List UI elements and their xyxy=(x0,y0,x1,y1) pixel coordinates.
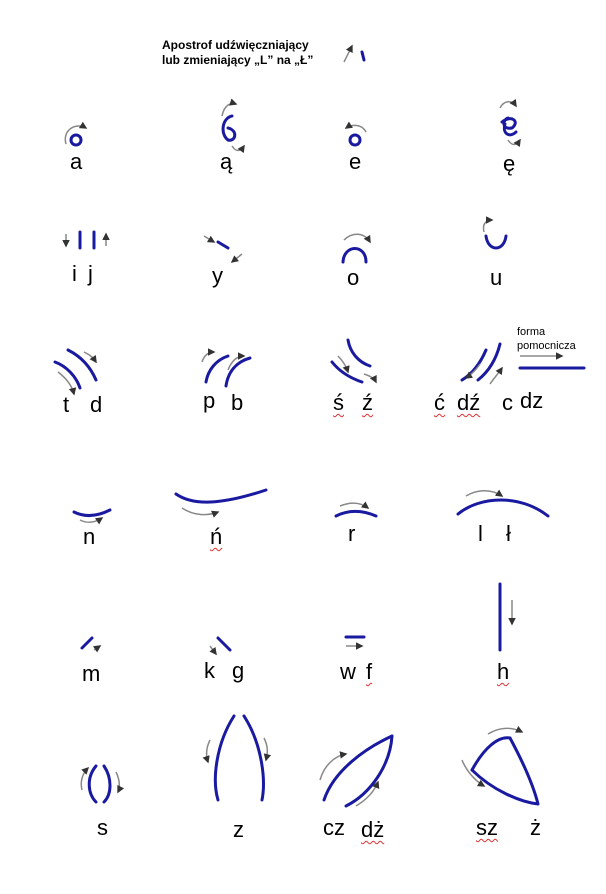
label-dz: dz xyxy=(520,388,544,413)
arrow-p xyxy=(201,348,216,363)
arrow-m xyxy=(92,645,102,653)
label-cz: cz xyxy=(323,815,345,840)
stroke-z-dot xyxy=(470,736,540,806)
stroke-u xyxy=(484,234,508,250)
arrow-z xyxy=(202,739,211,764)
arrow-n-acute xyxy=(181,507,220,518)
arrow-r xyxy=(339,501,370,509)
label-u: u xyxy=(490,265,503,290)
label-k: k xyxy=(204,658,215,683)
label-l: l xyxy=(478,521,483,546)
label-j: j xyxy=(88,261,93,286)
stroke-sz xyxy=(470,736,512,772)
arrow-z-dot xyxy=(487,725,524,735)
arrow-o xyxy=(343,233,371,244)
arrow-s-2 xyxy=(115,771,125,794)
label-dz-acute: dź xyxy=(457,390,481,415)
stroke-y xyxy=(216,240,230,250)
label-l-stroke: ł xyxy=(506,521,511,546)
label-a-ogonek: ą xyxy=(220,149,233,174)
auxiliary-form-note: forma pomocnicza xyxy=(517,325,576,353)
arrow-e-ogonek-2 xyxy=(507,138,521,148)
label-y: y xyxy=(212,263,223,288)
arrow-cz xyxy=(319,751,348,781)
apostrophe-caption-line1: Apostrof udźwięczniający xyxy=(162,38,309,52)
stroke-z xyxy=(213,714,236,802)
label-c-acute: ć xyxy=(434,390,445,415)
arrow-a-ogonek xyxy=(221,98,238,117)
stroke-s xyxy=(87,764,98,804)
label-e-ogonek: ę xyxy=(503,151,516,176)
stroke-b xyxy=(224,356,252,388)
stroke-a-ogonek xyxy=(221,114,237,142)
label-i: i xyxy=(72,261,77,286)
stroke-l xyxy=(456,498,550,518)
label-sz: sz xyxy=(476,815,498,840)
label-s-acute: ś xyxy=(333,390,344,415)
label-s: s xyxy=(97,815,108,840)
label-dz-dot: dż xyxy=(361,817,385,842)
label-m: m xyxy=(82,661,101,686)
label-h: h xyxy=(497,659,510,684)
arrow-z-2 xyxy=(263,737,272,762)
arrow-l xyxy=(465,489,504,497)
label-e: e xyxy=(349,149,362,174)
apostrophe-caption: Apostrof udźwięczniający lub zmieniający… xyxy=(162,38,313,68)
stroke-s-acute xyxy=(330,360,364,384)
stroke-t xyxy=(53,360,82,390)
stroke-m xyxy=(80,636,94,650)
arrow-a-ogonek-2 xyxy=(231,144,245,154)
arrow-apostrophe xyxy=(343,44,353,63)
label-a: a xyxy=(70,149,83,174)
arrow-s xyxy=(80,766,90,791)
stroke-e-ogonek xyxy=(500,116,518,137)
label-p: p xyxy=(203,388,216,413)
label-w: w xyxy=(340,659,356,684)
label-c: c xyxy=(502,390,513,415)
label-o: o xyxy=(347,265,360,290)
arrow-e-ogonek xyxy=(499,98,517,109)
label-d: d xyxy=(90,392,103,417)
arrow-z-acute xyxy=(363,373,377,384)
apostrophe-caption-line2: lub zmieniający „L” na „Ł” xyxy=(162,53,314,67)
arrow-e xyxy=(344,121,367,133)
label-n: n xyxy=(83,524,96,549)
arrow-y xyxy=(203,235,216,243)
stroke-n xyxy=(72,508,112,518)
label-r: r xyxy=(348,521,356,546)
arrow-u xyxy=(482,216,494,233)
stroke-p xyxy=(204,354,230,384)
stroke-z-b xyxy=(242,714,265,802)
stroke-r xyxy=(334,510,378,518)
label-z-dot: ż xyxy=(530,815,541,840)
shorthand-alphabet-sheet: Apostrof udźwięczniający lub zmieniający… xyxy=(0,0,606,894)
arrow-k xyxy=(209,645,217,656)
arrow-d xyxy=(83,351,97,364)
label-z-acute: ź xyxy=(362,390,373,415)
stroke-n-acute xyxy=(174,488,268,504)
label-n-acute: ń xyxy=(210,524,223,549)
label-f: f xyxy=(366,659,373,684)
arrow-dz-acute xyxy=(489,366,503,385)
label-z: z xyxy=(233,817,244,842)
arrow-dz-dot xyxy=(355,780,380,807)
stroke-k xyxy=(216,636,232,652)
apostrophe-stroke xyxy=(360,50,366,62)
arrow-n xyxy=(79,517,104,525)
stroke-o xyxy=(341,247,368,264)
label-b: b xyxy=(231,390,244,415)
stroke-s-b xyxy=(102,764,112,804)
stroke-z-acute xyxy=(346,338,372,368)
auxiliary-form-note-line1: forma xyxy=(517,326,546,338)
label-g: g xyxy=(232,658,245,683)
label-t: t xyxy=(63,392,70,417)
stroke-e xyxy=(348,133,362,147)
arrow-y-2 xyxy=(230,253,243,263)
strokes-layer xyxy=(53,44,586,808)
stroke-a xyxy=(69,133,83,147)
auxiliary-form-note-line2: pomocnicza xyxy=(517,340,576,352)
